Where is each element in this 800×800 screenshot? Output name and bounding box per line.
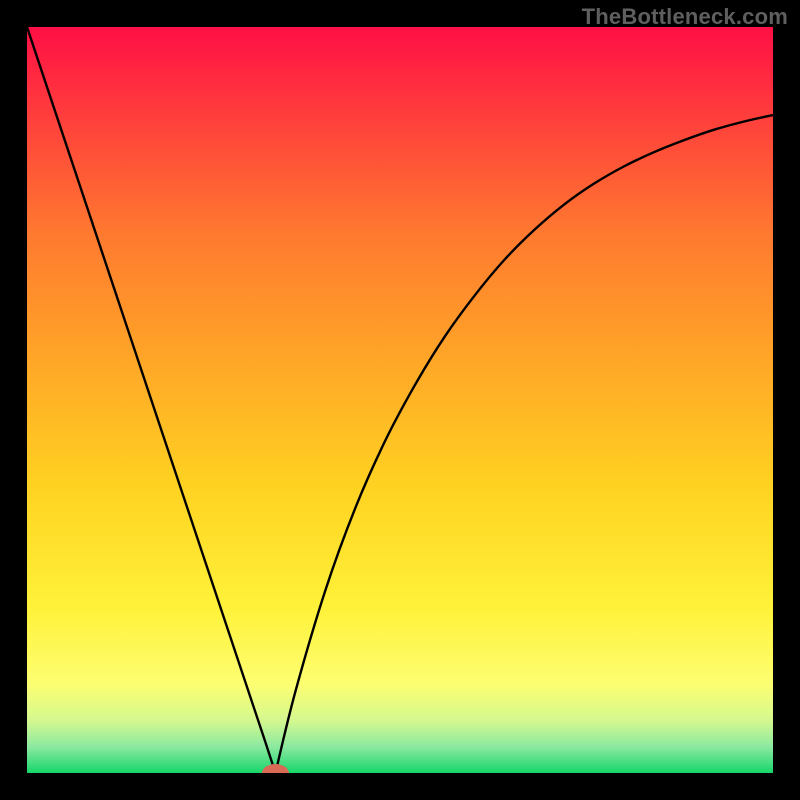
- plot-area: [27, 27, 773, 773]
- chart-frame: TheBottleneck.com: [0, 0, 800, 800]
- gradient-background: [27, 27, 773, 773]
- watermark-text: TheBottleneck.com: [582, 4, 788, 30]
- bottleneck-chart: [27, 27, 773, 773]
